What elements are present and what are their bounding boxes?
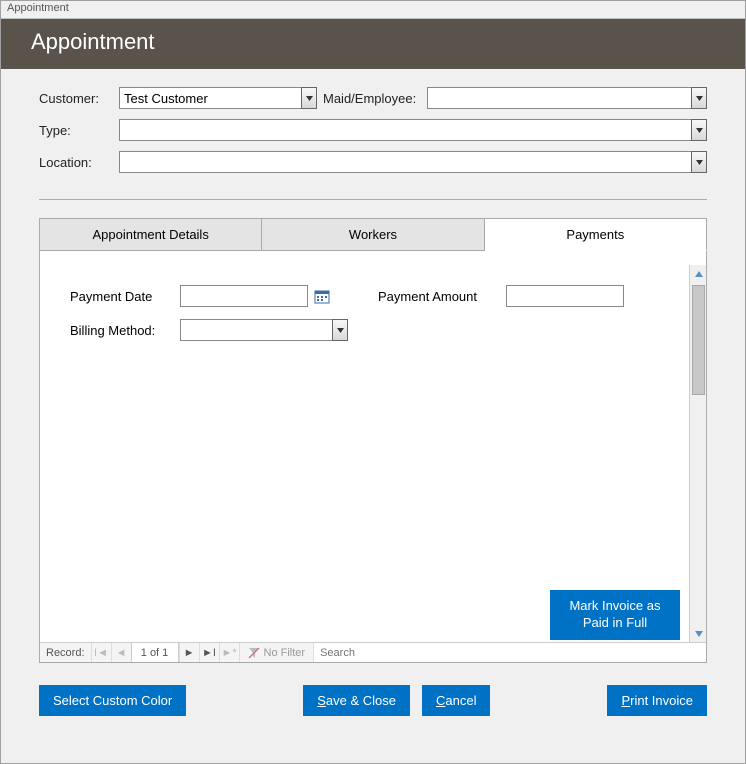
type-label: Type: — [39, 123, 119, 138]
page-header: Appointment — [1, 19, 745, 69]
record-first-button[interactable]: I◄ — [91, 643, 111, 662]
button-label-rest: rint Invoice — [630, 693, 693, 708]
billing-method-combo[interactable] — [180, 319, 348, 341]
record-new-button[interactable]: ►* — [219, 643, 239, 662]
vertical-scrollbar[interactable] — [689, 265, 706, 642]
tab-workers[interactable]: Workers — [262, 218, 484, 251]
location-input[interactable] — [119, 151, 691, 173]
record-position[interactable]: 1 of 1 — [131, 643, 179, 662]
payment-date-input[interactable] — [180, 285, 308, 307]
record-last-button[interactable]: ►I — [199, 643, 219, 662]
payment-date-label: Payment Date — [70, 289, 180, 304]
billing-method-input[interactable] — [180, 319, 332, 341]
location-label: Location: — [39, 155, 119, 170]
select-custom-color-button[interactable]: Select Custom Color — [39, 685, 186, 716]
tab-label: Workers — [349, 227, 397, 242]
tab-strip: Appointment Details Workers Payments — [39, 218, 707, 251]
divider — [39, 199, 707, 200]
cancel-button[interactable]: Cancel — [422, 685, 490, 716]
maid-label: Maid/Employee: — [317, 91, 427, 106]
tab-label: Payments — [566, 227, 624, 242]
maid-input[interactable] — [427, 87, 691, 109]
window-title: Appointment — [7, 2, 69, 14]
row-type: Type: — [39, 119, 707, 141]
chevron-down-icon — [337, 328, 344, 333]
print-invoice-button[interactable]: Print Invoice — [607, 685, 707, 716]
payments-panel: Payment Date Pa — [40, 251, 688, 642]
location-dropdown-button[interactable] — [691, 151, 707, 173]
record-label: Record: — [40, 643, 91, 662]
location-combo[interactable] — [119, 151, 707, 173]
no-filter-indicator[interactable]: No Filter — [239, 643, 314, 662]
chevron-down-icon — [696, 128, 703, 133]
chevron-down-icon — [695, 631, 703, 637]
button-label: Select Custom Color — [53, 693, 172, 708]
customer-input[interactable] — [119, 87, 301, 109]
type-input[interactable] — [119, 119, 691, 141]
button-label-rest: ave & Close — [326, 693, 396, 708]
page-title: Appointment — [31, 29, 155, 54]
button-label: S — [317, 693, 326, 708]
record-search-input[interactable] — [314, 643, 706, 662]
scroll-down-button[interactable] — [690, 625, 707, 642]
customer-label: Customer: — [39, 91, 119, 106]
tabs-container: Appointment Details Workers Payments Pay… — [39, 218, 707, 663]
chevron-down-icon — [696, 160, 703, 165]
maid-dropdown-button[interactable] — [691, 87, 707, 109]
record-prev-button[interactable]: ◄ — [111, 643, 131, 662]
form-area: Customer: Maid/Employee: Type: — [1, 69, 745, 187]
chevron-up-icon — [695, 271, 703, 277]
payment-amount-label: Payment Amount — [378, 289, 506, 304]
chevron-down-icon — [306, 96, 313, 101]
window-titlebar: Appointment — [1, 1, 745, 19]
mark-invoice-paid-button[interactable]: Mark Invoice as Paid in Full — [550, 590, 680, 640]
maid-combo[interactable] — [427, 87, 707, 109]
calendar-icon[interactable] — [314, 288, 330, 304]
record-next-button[interactable]: ► — [179, 643, 199, 662]
appointment-window: Appointment Appointment Customer: Maid/E… — [0, 0, 746, 764]
tab-appointment-details[interactable]: Appointment Details — [39, 218, 262, 251]
row-payment-date-amount: Payment Date Pa — [70, 285, 658, 307]
row-customer-maid: Customer: Maid/Employee: — [39, 87, 707, 109]
button-label-rest: ancel — [445, 693, 476, 708]
button-label: C — [436, 693, 445, 708]
type-dropdown-button[interactable] — [691, 119, 707, 141]
scroll-up-button[interactable] — [690, 265, 707, 282]
billing-method-label: Billing Method: — [70, 323, 180, 338]
button-label: P — [621, 693, 630, 708]
footer-buttons: Select Custom Color Save & Close Cancel … — [1, 663, 745, 736]
row-billing-method: Billing Method: — [70, 319, 658, 341]
chevron-down-icon — [696, 96, 703, 101]
filter-icon — [248, 647, 260, 659]
customer-dropdown-button[interactable] — [301, 87, 317, 109]
record-search-box[interactable] — [313, 643, 706, 662]
payment-amount-input[interactable] — [506, 285, 624, 307]
customer-combo[interactable] — [119, 87, 317, 109]
tab-body: Payment Date Pa — [39, 251, 707, 663]
record-navigation-bar: Record: I◄ ◄ 1 of 1 ► ►I ►* No Filter — [40, 642, 706, 662]
type-combo[interactable] — [119, 119, 707, 141]
no-filter-label: No Filter — [264, 647, 306, 659]
row-location: Location: — [39, 151, 707, 173]
save-close-button[interactable]: Save & Close — [303, 685, 410, 716]
tab-payments[interactable]: Payments — [485, 218, 707, 251]
tab-label: Appointment Details — [92, 227, 208, 242]
button-label: Mark Invoice as Paid in Full — [569, 598, 660, 630]
scroll-thumb[interactable] — [692, 285, 705, 395]
billing-method-dropdown-button[interactable] — [332, 319, 348, 341]
